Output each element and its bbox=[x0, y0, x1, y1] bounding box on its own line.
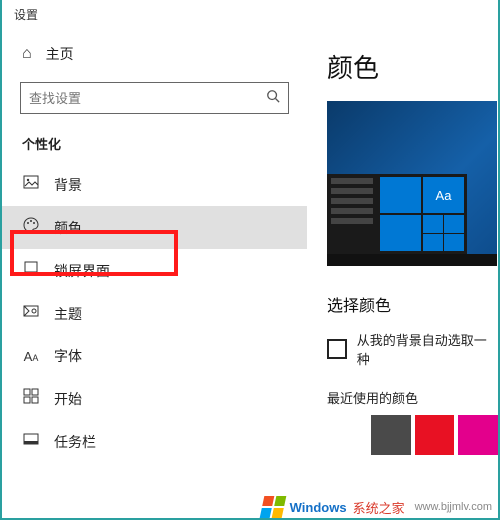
window-body: ⌂ 主页 个性化 背景 bbox=[2, 28, 498, 518]
window-title: 设置 bbox=[2, 0, 498, 28]
sidebar-item-fonts[interactable]: AA 字体 bbox=[2, 335, 307, 377]
color-swatch[interactable] bbox=[415, 415, 455, 455]
sidebar-item-label: 开始 bbox=[54, 389, 82, 409]
sidebar-item-label: 字体 bbox=[54, 346, 82, 366]
watermark-url: www.bjjmlv.com bbox=[415, 501, 492, 513]
home-label: 主页 bbox=[46, 44, 74, 64]
recent-swatches bbox=[327, 415, 498, 455]
preview-tile bbox=[380, 215, 421, 251]
sidebar-item-label: 背景 bbox=[54, 175, 82, 195]
color-swatch[interactable] bbox=[371, 415, 411, 455]
watermark-brand: Windows bbox=[290, 500, 347, 515]
search-input[interactable] bbox=[29, 91, 266, 106]
home-button[interactable]: ⌂ 主页 bbox=[2, 36, 307, 72]
sidebar-item-colors[interactable]: 颜色 bbox=[2, 206, 307, 249]
sidebar-item-lockscreen[interactable]: 锁屏界面 bbox=[2, 249, 307, 292]
taskbar-icon bbox=[22, 431, 40, 452]
search-box[interactable] bbox=[20, 82, 289, 114]
windows-logo-icon bbox=[259, 496, 286, 518]
sidebar-item-taskbar[interactable]: 任务栏 bbox=[2, 420, 307, 463]
preview-start-list bbox=[327, 174, 377, 254]
recent-colors-label: 最近使用的颜色 bbox=[327, 388, 498, 407]
sidebar-item-label: 任务栏 bbox=[54, 432, 96, 452]
search-icon bbox=[266, 89, 280, 108]
preview-tiles: Aa bbox=[377, 174, 467, 254]
sidebar-item-label: 颜色 bbox=[54, 218, 82, 238]
palette-icon bbox=[22, 217, 40, 238]
color-swatch[interactable] bbox=[458, 415, 498, 455]
auto-pick-row[interactable]: 从我的背景自动选取一种 bbox=[327, 330, 498, 368]
preview-tile-grid bbox=[423, 215, 464, 251]
page-title: 颜色 bbox=[327, 48, 498, 85]
lockscreen-icon bbox=[22, 260, 40, 281]
sidebar-item-label: 锁屏界面 bbox=[54, 261, 110, 281]
section-label: 个性化 bbox=[2, 128, 307, 163]
preview-taskbar bbox=[327, 254, 497, 266]
search-wrap bbox=[2, 72, 307, 128]
sidebar-item-themes[interactable]: 主题 bbox=[2, 292, 307, 335]
auto-pick-checkbox[interactable] bbox=[327, 339, 347, 359]
content-pane: 颜色 Aa 选择颜色 从我的背景自动选取 bbox=[307, 28, 498, 518]
watermark-site: 系统之家 bbox=[353, 498, 405, 517]
color-swatch[interactable] bbox=[327, 415, 367, 455]
sidebar-item-label: 主题 bbox=[54, 304, 82, 324]
preview-tile-aa: Aa bbox=[423, 177, 464, 213]
choose-color-heading: 选择颜色 bbox=[327, 292, 498, 316]
theme-icon bbox=[22, 303, 40, 324]
watermark: Windows 系统之家 www.bjjmlv.com bbox=[262, 496, 492, 518]
auto-pick-label: 从我的背景自动选取一种 bbox=[357, 330, 498, 368]
sidebar: ⌂ 主页 个性化 背景 bbox=[2, 28, 307, 518]
start-icon bbox=[22, 388, 40, 409]
preview-start-menu: Aa bbox=[327, 174, 467, 254]
home-icon: ⌂ bbox=[22, 45, 32, 63]
picture-icon bbox=[22, 174, 40, 195]
sidebar-item-start[interactable]: 开始 bbox=[2, 377, 307, 420]
sidebar-item-background[interactable]: 背景 bbox=[2, 163, 307, 206]
font-icon: AA bbox=[22, 349, 40, 364]
color-preview: Aa bbox=[327, 101, 497, 266]
preview-tile bbox=[380, 177, 421, 213]
settings-window: 设置 ⌂ 主页 个性化 背景 bbox=[0, 0, 500, 520]
